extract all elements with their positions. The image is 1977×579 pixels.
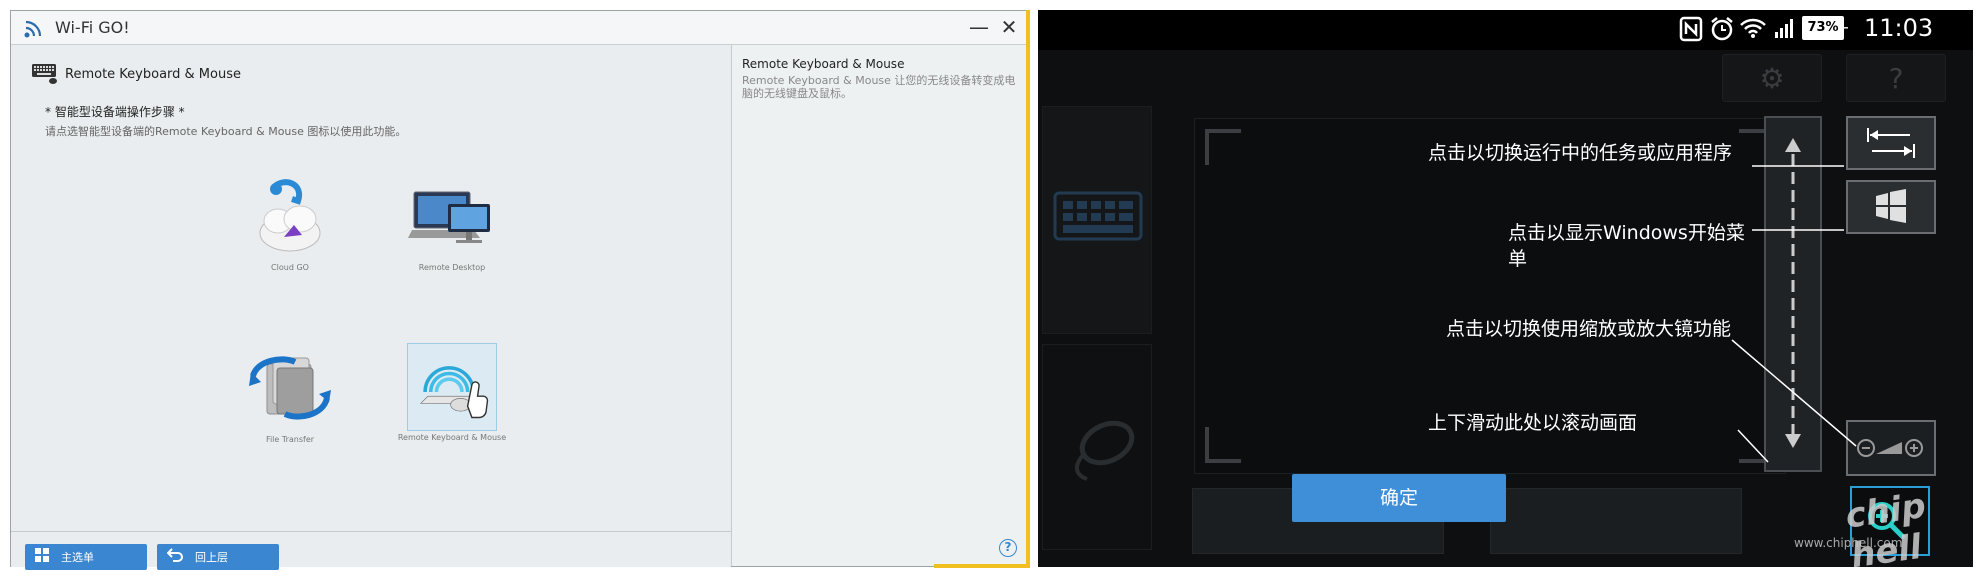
- steps-description: 请点选智能型设备端的Remote Keyboard & Mouse 图标以使用此…: [45, 125, 407, 138]
- tile-cloud-go[interactable]: Cloud GO: [225, 173, 355, 272]
- steps-title: * 智能型设备端操作步骤 *: [45, 105, 185, 119]
- tile-label: File Transfer: [265, 435, 315, 444]
- main-menu-button[interactable]: 主选单: [25, 544, 147, 570]
- selection-frame: [407, 343, 497, 431]
- main-menu-label: 主选单: [61, 551, 94, 564]
- main-pane: Remote Keyboard & Mouse * 智能型设备端操作步骤 * 请…: [11, 45, 731, 531]
- confirm-button[interactable]: 确定: [1292, 474, 1506, 522]
- remote-desktop-icon: [408, 191, 490, 243]
- back-arrow-icon: [166, 548, 183, 566]
- wifi-icon: [23, 17, 45, 39]
- window-accent-border-bottom: [934, 564, 1030, 568]
- close-button[interactable]: ✕: [995, 13, 1023, 41]
- info-description: Remote Keyboard & Mouse 让您的无线设备转变成电脑的无线键…: [742, 74, 1016, 100]
- keyboard-mouse-icon: [31, 63, 57, 85]
- tile-label: Cloud GO: [271, 263, 309, 272]
- tile-remote-desktop[interactable]: Remote Desktop: [387, 173, 517, 272]
- remote-keyboard-mouse-icon: [419, 366, 489, 419]
- back-button[interactable]: 回上层: [157, 544, 279, 570]
- help-icon[interactable]: ?: [999, 539, 1017, 557]
- tile-remote-keyboard-mouse[interactable]: Remote Keyboard & Mouse: [387, 343, 517, 442]
- annotation-zoom: 点击以切换使用缩放或放大镜功能: [1446, 318, 1732, 340]
- annotation-windows-start: 点击以显示Windows开始菜单: [1508, 222, 1745, 270]
- annotation-switch-tasks: 点击以切换运行中的任务或应用程序: [1428, 142, 1733, 164]
- tile-file-transfer[interactable]: File Transfer: [225, 345, 355, 444]
- feature-title: Remote Keyboard & Mouse: [65, 66, 241, 82]
- back-label: 回上层: [195, 551, 228, 564]
- window-accent-border: [1026, 10, 1030, 567]
- annotation-scroll: 上下滑动此处以滚动画面: [1428, 412, 1638, 434]
- tile-label: Remote Keyboard & Mouse: [397, 433, 507, 442]
- info-panel: Remote Keyboard & Mouse Remote Keyboard …: [731, 45, 1027, 566]
- minimize-button[interactable]: —: [965, 13, 993, 41]
- file-transfer-icon: [249, 356, 331, 420]
- grid-icon: [35, 548, 49, 566]
- bottom-bar: 主选单 回上层: [11, 531, 731, 570]
- info-title: Remote Keyboard & Mouse: [742, 57, 905, 71]
- android-screenshot: 73% + 11:03 ⚙ ? 点击以切换运行中的任务或应用程序 点击以显示Wi…: [1038, 10, 1973, 567]
- window-title: Wi-Fi GO!: [55, 18, 130, 37]
- cloud-go-icon: [259, 179, 321, 252]
- feature-header: Remote Keyboard & Mouse: [31, 63, 241, 85]
- wifi-go-window: Wi-Fi GO! — ✕ Remote Keyboard & Mouse * …: [10, 10, 1028, 570]
- tile-label: Remote Desktop: [418, 263, 486, 272]
- title-bar: Wi-Fi GO! — ✕: [11, 11, 1027, 45]
